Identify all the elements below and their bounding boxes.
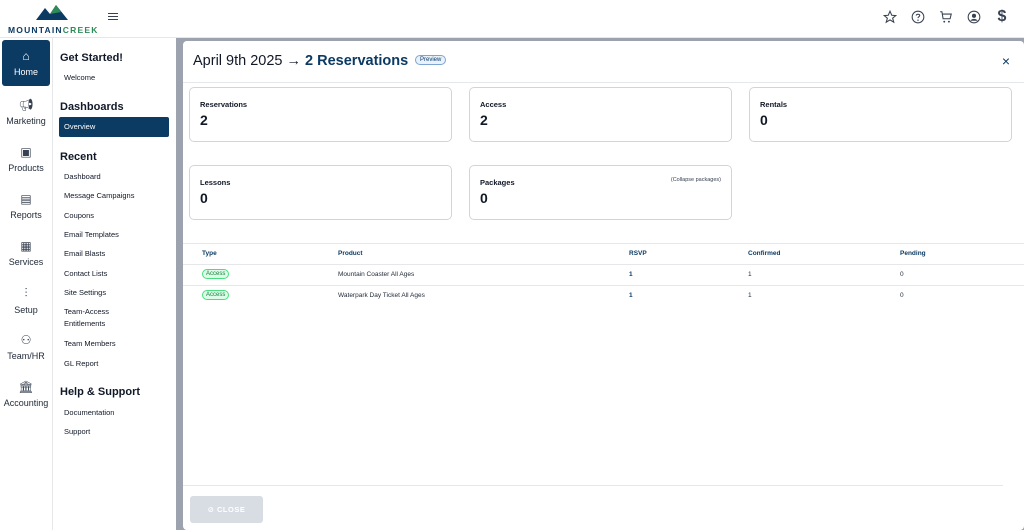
card-label: Rentals bbox=[760, 100, 788, 109]
confirmed-cell: 1 bbox=[748, 271, 752, 278]
menu-heading-get-started: Get Started! bbox=[60, 52, 123, 64]
footer-divider bbox=[183, 485, 1003, 486]
rail-item-team-hr[interactable]: ⚇ Team/HR bbox=[2, 324, 50, 370]
close-icon[interactable]: × bbox=[1002, 53, 1010, 69]
card-rentals: Rentals 0 bbox=[749, 87, 1012, 142]
column-header-type: Type bbox=[202, 250, 217, 257]
menu-heading-dashboards: Dashboards bbox=[60, 101, 124, 113]
menu-heading-help: Help & Support bbox=[60, 386, 141, 398]
briefcase-icon: ▣ bbox=[20, 145, 32, 159]
star-icon[interactable] bbox=[882, 9, 898, 25]
id-card-icon: ▦ bbox=[20, 239, 32, 253]
modal-date: April 9th 2025 → bbox=[193, 53, 302, 69]
card-lessons: Lessons 0 bbox=[189, 165, 452, 220]
icon-rail: ⌂ Home 📢︎ Marketing ▣ Products ▤ Reports… bbox=[0, 38, 53, 530]
rail-item-marketing[interactable]: 📢︎ Marketing bbox=[2, 89, 50, 135]
menu-item-coupons[interactable]: Coupons bbox=[64, 210, 94, 221]
rsvp-link[interactable]: 1 bbox=[629, 271, 633, 278]
card-label: Lessons bbox=[200, 178, 231, 187]
rail-item-services[interactable]: ▦ Services bbox=[2, 230, 50, 276]
brand-logo[interactable]: MOUNTAINCREEK bbox=[8, 4, 99, 35]
rail-item-products[interactable]: ▣ Products bbox=[2, 136, 50, 182]
pending-cell: 0 bbox=[900, 292, 904, 299]
title-divider bbox=[183, 82, 1024, 83]
dollar-icon[interactable]: $ bbox=[994, 8, 1010, 25]
row-divider bbox=[183, 285, 1024, 286]
menu-item-dashboard[interactable]: Dashboard bbox=[64, 171, 101, 182]
card-value: 0 bbox=[480, 190, 488, 206]
hamburger-menu-icon[interactable] bbox=[108, 13, 118, 23]
menu-item-documentation[interactable]: Documentation bbox=[64, 407, 114, 418]
menu-heading-recent: Recent bbox=[60, 151, 97, 163]
top-bar: MOUNTAINCREEK $ bbox=[0, 0, 1024, 38]
side-menu: Get Started! Welcome Dashboards Overview… bbox=[53, 38, 176, 530]
home-icon: ⌂ bbox=[22, 49, 30, 63]
menu-item-team-access[interactable]: Team-Access bbox=[64, 306, 109, 317]
column-header-pending: Pending bbox=[900, 250, 926, 257]
rail-item-reports[interactable]: ▤ Reports bbox=[2, 183, 50, 229]
rail-item-home[interactable]: ⌂ Home bbox=[2, 40, 50, 86]
card-value: 2 bbox=[480, 112, 488, 128]
rsvp-link[interactable]: 1 bbox=[629, 292, 633, 299]
column-header-product: Product bbox=[338, 250, 363, 257]
card-reservations: Reservations 2 bbox=[189, 87, 452, 142]
rail-label: Accounting bbox=[3, 398, 49, 408]
modal-reservations-count: 2 Reservations bbox=[305, 53, 409, 69]
menu-item-contact-lists[interactable]: Contact Lists bbox=[64, 268, 107, 279]
sliders-icon: ⫶ bbox=[24, 285, 28, 300]
menu-item-email-templates[interactable]: Email Templates bbox=[64, 229, 119, 240]
card-label: Reservations bbox=[200, 100, 248, 109]
card-access: Access 2 bbox=[469, 87, 732, 142]
collapse-packages-link[interactable]: (Collapse packages) bbox=[671, 177, 721, 183]
confirmed-cell: 1 bbox=[748, 292, 752, 299]
table-top-border bbox=[183, 243, 1024, 244]
close-button[interactable]: ⊘ CLOSE bbox=[190, 496, 263, 523]
column-header-rsvp: RSVP bbox=[629, 250, 647, 257]
card-value: 2 bbox=[200, 112, 208, 128]
user-icon[interactable] bbox=[966, 9, 982, 25]
modal-title: April 9th 2025 → 2 Reservations bbox=[193, 53, 408, 69]
menu-item-entitlements[interactable]: Entitlements bbox=[64, 318, 105, 329]
product-cell: Waterpark Day Ticket All Ages bbox=[338, 292, 425, 299]
menu-item-welcome[interactable]: Welcome bbox=[64, 72, 95, 83]
rail-item-setup[interactable]: ⫶ Setup bbox=[2, 277, 50, 323]
brand-name: MOUNTAINCREEK bbox=[8, 25, 99, 35]
type-badge: Access bbox=[202, 290, 230, 300]
column-header-confirmed: Confirmed bbox=[748, 250, 781, 257]
help-icon[interactable] bbox=[910, 9, 926, 25]
menu-item-gl-report[interactable]: GL Report bbox=[64, 358, 98, 369]
rail-label: Services bbox=[8, 257, 44, 267]
preview-badge[interactable]: Preview bbox=[415, 55, 447, 65]
rail-label: Products bbox=[8, 163, 44, 173]
rail-label: Home bbox=[13, 67, 38, 77]
rail-label: Team/HR bbox=[7, 351, 45, 361]
card-value: 0 bbox=[760, 112, 768, 128]
pending-cell: 0 bbox=[900, 271, 904, 278]
clipboard-icon: ▤ bbox=[20, 192, 32, 206]
cart-icon[interactable] bbox=[938, 9, 954, 25]
menu-item-message-campaigns[interactable]: Message Campaigns bbox=[64, 190, 134, 201]
menu-item-overview[interactable]: Overview bbox=[59, 117, 169, 137]
card-label: Packages bbox=[480, 178, 515, 187]
menu-item-email-blasts[interactable]: Email Blasts bbox=[64, 248, 105, 259]
menu-item-site-settings[interactable]: Site Settings bbox=[64, 287, 106, 298]
reservations-modal: April 9th 2025 → 2 Reservations Preview … bbox=[183, 41, 1024, 530]
rail-label: Reports bbox=[10, 210, 42, 220]
mountain-logo-icon bbox=[36, 5, 68, 20]
menu-item-support[interactable]: Support bbox=[64, 426, 90, 437]
menu-item-team-members[interactable]: Team Members bbox=[64, 338, 116, 349]
megaphone-icon: 📢︎ bbox=[18, 98, 34, 112]
rail-item-accounting[interactable]: 🏛︎ Accounting bbox=[2, 371, 50, 417]
card-packages: Packages 0 (Collapse packages) bbox=[469, 165, 732, 220]
card-value: 0 bbox=[200, 190, 208, 206]
card-label: Access bbox=[480, 100, 507, 109]
row-divider bbox=[183, 264, 1024, 265]
product-cell: Mountain Coaster All Ages bbox=[338, 271, 415, 278]
type-badge: Access bbox=[202, 269, 230, 279]
bank-icon: 🏛︎ bbox=[18, 380, 34, 394]
rail-label: Marketing bbox=[6, 116, 46, 126]
team-icon: ⚇ bbox=[20, 333, 32, 347]
rail-label: Setup bbox=[14, 304, 38, 315]
